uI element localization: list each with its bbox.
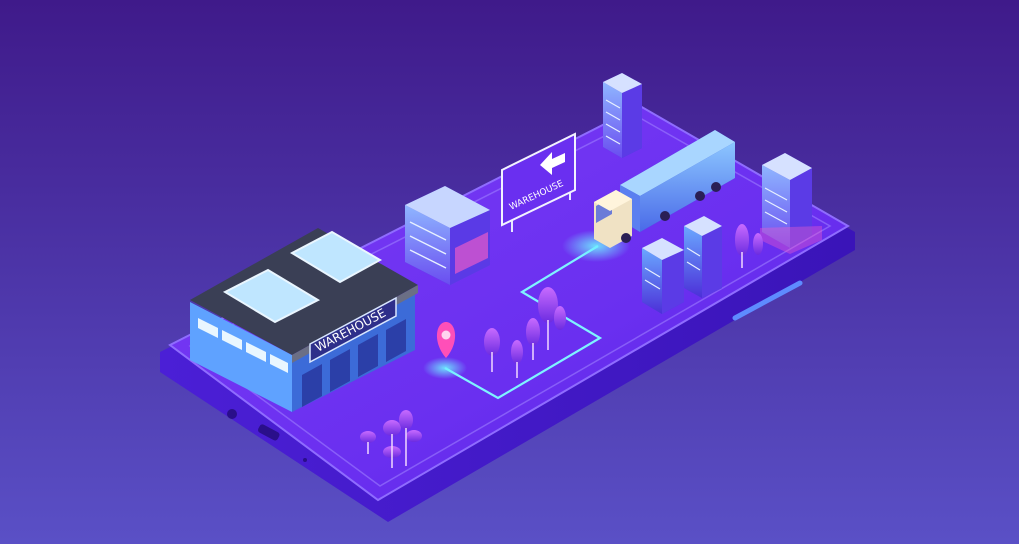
isometric-logistics-scene: WAREHOUSE WAREHOUSE: [0, 0, 1019, 544]
phone-mic: [303, 458, 307, 462]
route-glow-start: [423, 357, 467, 379]
tall-tower: [603, 73, 642, 158]
phone-jack: [227, 409, 237, 419]
